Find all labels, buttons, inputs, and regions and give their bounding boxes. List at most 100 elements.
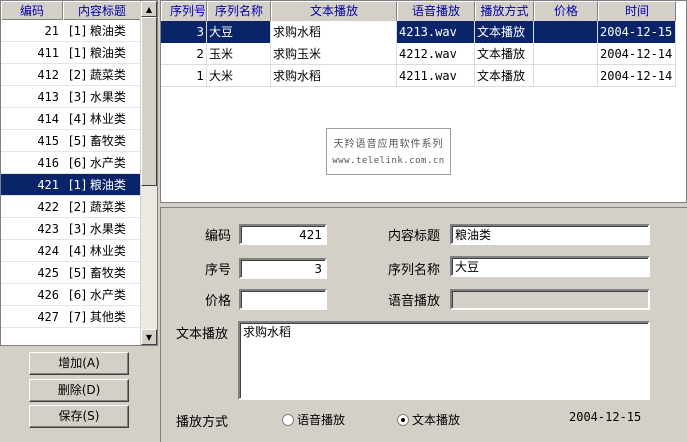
category-list[interactable]: 编码 内容标题 21 [1] 粮油类 411 [1] 粮油类 412 [2] 蔬菜类 413… xyxy=(0,0,158,346)
table-cell: 2 xyxy=(161,43,207,65)
table-cell: 1 xyxy=(161,65,207,87)
grid-column-header[interactable]: 时间 xyxy=(598,1,676,21)
list-item-code: 413 xyxy=(37,90,59,104)
category-list-scrollbar[interactable]: ▲ ▼ xyxy=(140,1,157,345)
table-cell: 文本播放 xyxy=(475,43,534,65)
watermark-title: 天羚语音应用软件系列 xyxy=(333,139,444,150)
list-item[interactable]: 411 [1] 粮油类 xyxy=(1,42,141,64)
scroll-down-icon[interactable]: ▼ xyxy=(141,329,157,345)
detail-form: 编码 421 内容标题 粮油类 序号 3 序列名称 大豆 价格 语音播放 文本播… xyxy=(160,207,687,442)
list-item-code: 416 xyxy=(37,156,59,170)
table-cell: 文本播放 xyxy=(475,65,534,87)
list-item-title: [6] 水产类 xyxy=(69,288,126,302)
code-label: 编码 xyxy=(205,229,232,244)
list-item[interactable]: 427 [7] 其他类 xyxy=(1,306,141,328)
code-field[interactable]: 421 xyxy=(239,224,327,245)
list-item-code: 21 xyxy=(44,24,59,38)
grid-column-header[interactable]: 序列号 xyxy=(161,1,207,21)
seq-label: 序号 xyxy=(205,263,232,278)
table-cell: 文本播放 xyxy=(475,21,534,43)
price-label: 价格 xyxy=(205,294,232,309)
radio-text-option[interactable]: 文本播放 xyxy=(397,411,460,428)
seq-field[interactable]: 3 xyxy=(239,258,327,279)
table-cell: 2004-12-15 xyxy=(598,21,676,43)
list-item-title: [2] 蔬菜类 xyxy=(69,68,126,82)
list-item-code: 415 xyxy=(37,134,59,148)
grid-column-header[interactable]: 文本播放 xyxy=(271,1,397,21)
table-cell: 4211.wav xyxy=(397,65,475,87)
table-cell: 4213.wav xyxy=(397,21,475,43)
list-item-title: [2] 蔬菜类 xyxy=(69,200,126,214)
column-header-code[interactable]: 编码 xyxy=(1,1,63,20)
seq-name-label: 序列名称 xyxy=(388,263,441,278)
table-cell: 大米 xyxy=(207,65,271,87)
watermark-box: 天羚语音应用软件系列 www.telelink.com.cn xyxy=(326,128,451,175)
table-cell: 大豆 xyxy=(207,21,271,43)
list-item[interactable]: 426 [6] 水产类 xyxy=(1,284,141,306)
table-row[interactable]: 2 玉米 求购玉米 4212.wav 文本播放 2004-12-14 xyxy=(161,43,676,65)
mode-label: 播放方式 xyxy=(176,415,229,430)
table-cell xyxy=(534,21,598,43)
list-item[interactable]: 413 [3] 水果类 xyxy=(1,86,141,108)
list-item[interactable]: 416 [6] 水产类 xyxy=(1,152,141,174)
text-label: 文本播放 xyxy=(176,327,229,342)
delete-button[interactable]: 删除(D) xyxy=(29,379,129,402)
list-item-title: [1] 粮油类 xyxy=(69,46,126,60)
list-item-code: 424 xyxy=(37,244,59,258)
voice-field[interactable] xyxy=(450,289,650,310)
watermark-url: www.telelink.com.cn xyxy=(332,156,445,166)
scroll-up-icon[interactable]: ▲ xyxy=(141,1,157,17)
list-item-title: [5] 畜牧类 xyxy=(69,266,126,280)
table-cell: 求购玉米 xyxy=(271,43,397,65)
category-list-rows: 21 [1] 粮油类 411 [1] 粮油类 412 [2] 蔬菜类 413 [3] 水果类 4… xyxy=(1,20,141,328)
column-header-title[interactable]: 内容标题 xyxy=(63,1,141,20)
list-item[interactable]: 422 [2] 蔬菜类 xyxy=(1,196,141,218)
list-item[interactable]: 412 [2] 蔬菜类 xyxy=(1,64,141,86)
radio-text-icon[interactable] xyxy=(397,413,409,426)
list-item[interactable]: 425 [5] 畜牧类 xyxy=(1,262,141,284)
save-button[interactable]: 保存(S) xyxy=(29,405,129,428)
table-row[interactable]: 1 大米 求购水稻 4211.wav 文本播放 2004-12-14 xyxy=(161,65,676,87)
table-cell: 2004-12-14 xyxy=(598,65,676,87)
voice-label: 语音播放 xyxy=(388,294,441,309)
content-title-field[interactable]: 粮油类 xyxy=(450,224,650,245)
list-item-code: 423 xyxy=(37,222,59,236)
list-item-code: 425 xyxy=(37,266,59,280)
list-item-title: [3] 水果类 xyxy=(69,90,126,104)
list-item[interactable]: 423 [3] 水果类 xyxy=(1,218,141,240)
sequence-grid-header: 序列号 序列名称 文本播放 语音播放 播放方式 价格 时间 xyxy=(161,1,676,21)
list-item[interactable]: 21 [1] 粮油类 xyxy=(1,20,141,42)
radio-voice-icon[interactable] xyxy=(282,413,294,426)
grid-column-header[interactable]: 播放方式 xyxy=(475,1,534,21)
list-item[interactable]: 415 [5] 畜牧类 xyxy=(1,130,141,152)
list-item[interactable]: 424 [4] 林业类 xyxy=(1,240,141,262)
list-item-title: [1] 粮油类 xyxy=(69,178,126,192)
radio-text-label: 文本播放 xyxy=(412,413,461,427)
list-item[interactable]: 421 [1] 粮油类 xyxy=(1,174,141,196)
table-cell: 2004-12-14 xyxy=(598,43,676,65)
list-item-code: 426 xyxy=(37,288,59,302)
list-item-title: [6] 水产类 xyxy=(69,156,126,170)
list-item-title: [3] 水果类 xyxy=(69,222,126,236)
table-row[interactable]: 3 大豆 求购水稻 4213.wav 文本播放 2004-12-15 xyxy=(161,21,676,43)
list-item-title: [7] 其他类 xyxy=(69,310,126,324)
table-cell: 3 xyxy=(161,21,207,43)
grid-column-header[interactable]: 语音播放 xyxy=(397,1,475,21)
list-item-code: 412 xyxy=(37,68,59,82)
price-field[interactable] xyxy=(239,289,327,310)
text-field[interactable]: 求购水稻 xyxy=(238,321,650,400)
scroll-thumb[interactable] xyxy=(141,17,157,186)
list-item-code: 411 xyxy=(37,46,59,60)
radio-voice-option[interactable]: 语音播放 xyxy=(282,411,345,428)
table-cell: 求购水稻 xyxy=(271,21,397,43)
seq-name-field[interactable]: 大豆 xyxy=(450,256,650,277)
table-cell xyxy=(534,43,598,65)
grid-column-header[interactable]: 序列名称 xyxy=(207,1,271,21)
table-cell: 玉米 xyxy=(207,43,271,65)
add-button[interactable]: 增加(A) xyxy=(29,352,129,375)
list-item-code: 422 xyxy=(37,200,59,214)
grid-column-header[interactable]: 价格 xyxy=(534,1,598,21)
list-item[interactable]: 414 [4] 林业类 xyxy=(1,108,141,130)
radio-voice-label: 语音播放 xyxy=(297,413,346,427)
list-item-title: [4] 林业类 xyxy=(69,244,126,258)
